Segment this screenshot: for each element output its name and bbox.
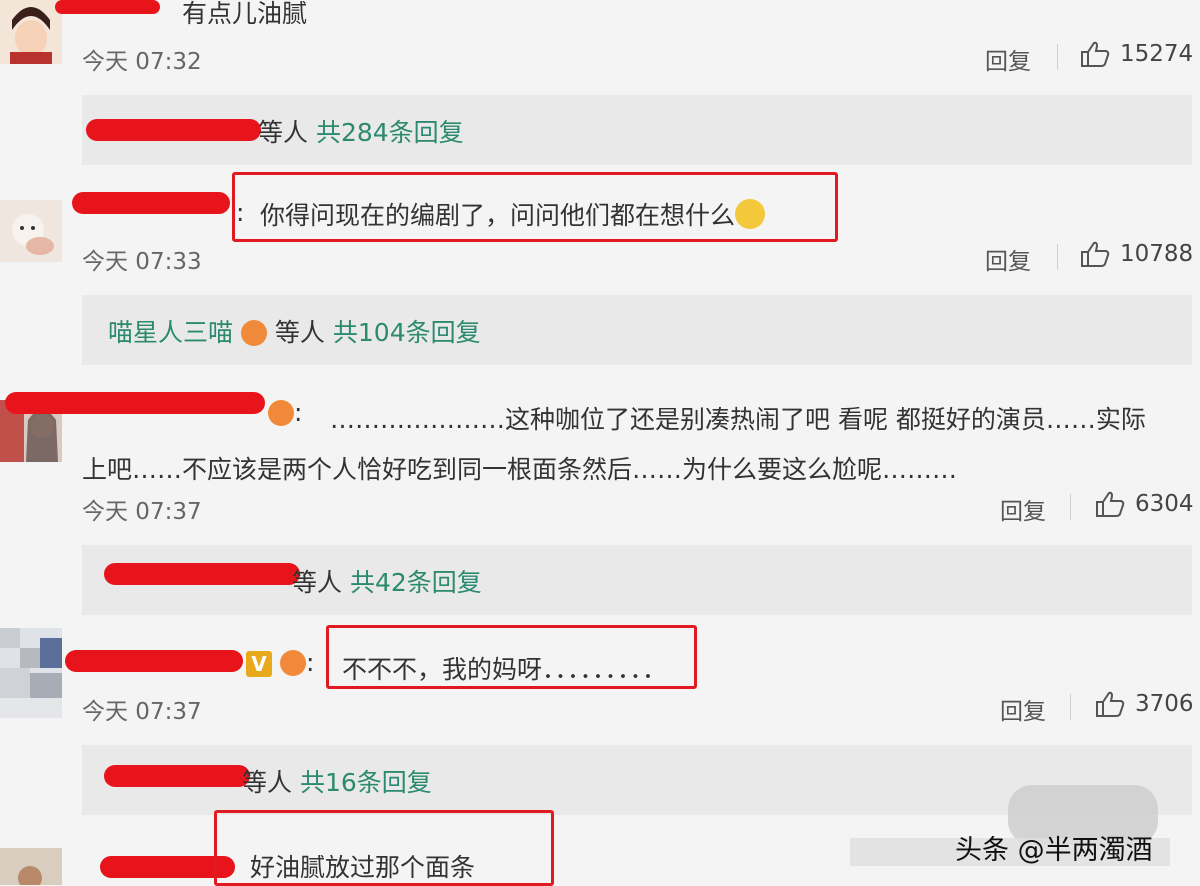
comment-time: 今天 07:32 [82, 49, 202, 75]
redacted-username [5, 392, 265, 414]
verified-v-icon: V [246, 651, 272, 677]
replies-count-link[interactable]: 共284条回复 [316, 118, 464, 147]
badge-icon [268, 400, 294, 426]
replies-count-link[interactable]: 共16条回复 [300, 768, 432, 797]
reply-button[interactable]: 回复 [985, 42, 1031, 76]
reply-button[interactable]: 回复 [1000, 492, 1046, 526]
like-count: 10788 [1120, 241, 1194, 267]
replies-summary[interactable]: 等人 共42条回复 [82, 545, 1192, 615]
badge-icon [240, 320, 267, 346]
like-count: 6304 [1135, 491, 1194, 517]
divider [1057, 244, 1058, 270]
thumbs-up-icon [1096, 491, 1125, 517]
avatar[interactable] [0, 848, 62, 885]
replies-suffix: 等人 [258, 118, 309, 147]
thumbs-up-icon [1081, 41, 1110, 67]
thumbs-up-icon [1096, 691, 1125, 717]
like-count: 3706 [1135, 691, 1194, 717]
wink-emoji-icon [735, 199, 766, 229]
like-button[interactable]: 6304 [1095, 490, 1194, 518]
watermark: 头条 @半两濁酒 [955, 835, 1153, 866]
replies-count-link[interactable]: 共104条回复 [333, 318, 481, 347]
comment-text: 不不不，我的妈呀．．．．．．．．． [342, 655, 668, 684]
avatar[interactable] [0, 200, 62, 262]
comment-time: 今天 07:37 [82, 499, 202, 525]
like-button[interactable]: 15274 [1080, 40, 1193, 68]
comment-text: 有点儿油腻 [182, 0, 308, 28]
divider [1070, 494, 1071, 520]
replies-suffix: 等人 [242, 768, 293, 797]
comment-name-suffix: V : [246, 648, 314, 677]
comment-time: 今天 07:33 [82, 249, 202, 275]
redacted-username [55, 0, 160, 14]
reply-button[interactable]: 回复 [985, 242, 1031, 276]
replies-summary[interactable]: 等人 共284条回复 [82, 95, 1192, 165]
avatar[interactable] [0, 0, 62, 64]
redacted-username [65, 650, 243, 672]
comment-text-line2: 上吧……不应该是两个人恰好吃到同一根面条然后……为什么要这么尬呢……… [82, 455, 958, 484]
divider [1057, 44, 1058, 70]
redacted-username [104, 563, 300, 585]
comment-text: 好油腻放过那个面条 [250, 853, 476, 882]
thumbs-up-icon [1081, 241, 1110, 267]
badge-icon [279, 650, 306, 676]
replies-suffix: 等人 [274, 318, 325, 347]
comment-text-line1: …………………这种咖位了还是别凑热闹了吧 看呢 都挺好的演员……实际 [330, 405, 1146, 434]
redacted-username [72, 192, 230, 214]
like-count: 15274 [1120, 41, 1194, 67]
comment-name-suffix: : [268, 398, 302, 427]
divider [1070, 694, 1071, 720]
reply-button[interactable]: 回复 [1000, 692, 1046, 726]
avatar[interactable] [0, 628, 62, 718]
replies-summary[interactable]: 喵星人三喵 等人 共104条回复 [82, 295, 1192, 365]
redacted-username [104, 765, 250, 787]
redacted-username [86, 119, 261, 141]
like-button[interactable]: 10788 [1080, 240, 1193, 268]
like-button[interactable]: 3706 [1095, 690, 1194, 718]
replies-count-link[interactable]: 共42条回复 [350, 568, 482, 597]
replies-suffix: 等人 [292, 568, 343, 597]
reply-username-link[interactable]: 喵星人三喵 [108, 318, 233, 347]
comment-text: 你得问现在的编剧了，问问他们都在想什么 [260, 196, 766, 232]
comment-time: 今天 07:37 [82, 699, 202, 725]
